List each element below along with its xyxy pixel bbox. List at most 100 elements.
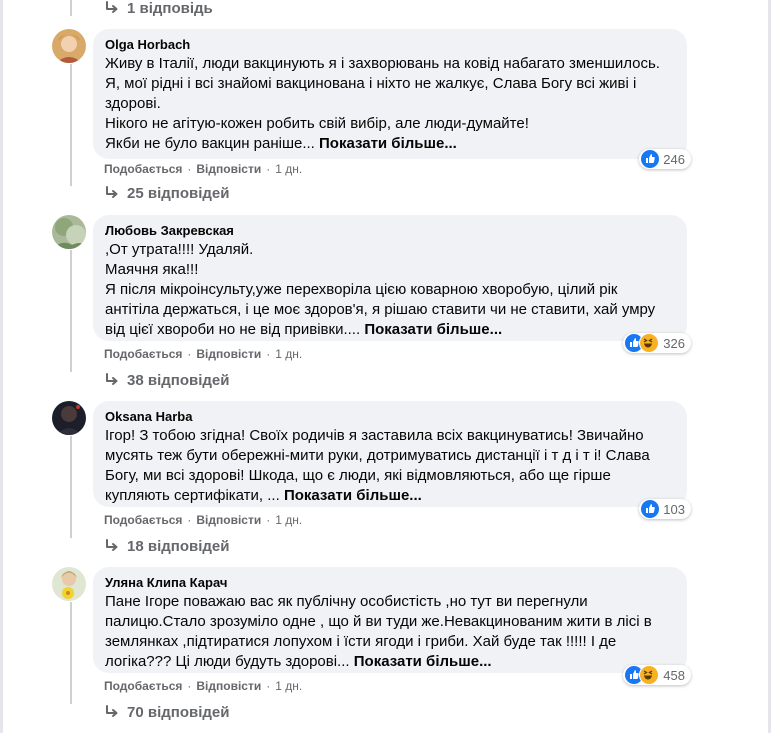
reaction-summary[interactable]: 246 [639,149,691,169]
panel-left-border [0,0,3,733]
view-replies-button[interactable]: 70 відповідей [104,700,229,724]
reply-button[interactable]: Відповісти [196,679,261,693]
haha-reaction-icon [639,333,660,353]
see-more-link[interactable]: Показати більше... [319,135,457,152]
comments-panel: 1 відповідь Olga Horbach Живу в Італії, … [0,0,771,733]
thread-line [70,602,72,704]
comment-timestamp[interactable]: 1 дн. [275,679,302,693]
comment-line: логіка??? Ці люди будуть здорові... Пока… [105,652,675,672]
comment-line: землянках ,підтиратися лопухом і їсти яг… [105,633,617,650]
see-more-link[interactable]: Показати більше... [364,321,502,338]
view-replies-button[interactable]: 25 відповідей [104,181,229,205]
comment-line: антітіла держаться, і це моє здоров'я, я… [105,301,656,318]
reply-arrow-icon [104,372,120,388]
reply-arrow-icon [104,704,120,720]
replies-count-label: 1 відповідь [127,0,213,17]
separator-dot: · [266,513,271,527]
separator-dot: · [187,513,192,527]
comment-line-text: Якби не було вакцин раніше... [105,135,315,152]
reaction-summary[interactable]: 458 [623,665,691,685]
see-more-link[interactable]: Показати більше... [354,653,492,670]
comment-actions: Подобається · Відповісти · 1 дн. [104,678,302,694]
avatar[interactable] [52,29,86,63]
comment-bubble: Уляна Клипа Карач Пане Ігоре поважаю вас… [93,567,691,685]
comment-actions: Подобається · Відповісти · 1 дн. [104,346,302,362]
like-button[interactable]: Подобається [104,347,182,361]
comment-actions: Подобається · Відповісти · 1 дн. [104,512,302,528]
reaction-count: 458 [663,667,685,683]
comment-line-text: купляють сертифікати, ... [105,487,280,504]
like-button[interactable]: Подобається [104,162,182,176]
comment-bubble: Любовь Закревская ,От утрата!!!! Удаляй.… [93,215,691,353]
reply-arrow-icon [104,538,120,554]
avatar[interactable] [52,215,86,249]
comment-author[interactable]: Уляна Клипа Карач [105,575,675,591]
comment-line-text: від цієї хвороби но не від привівки.... [105,321,361,338]
comment-timestamp[interactable]: 1 дн. [275,347,302,361]
reply-arrow-icon [104,0,120,16]
like-button[interactable]: Подобається [104,679,182,693]
comment-line: Пане Ігоре поважаю вас як публічну особи… [105,593,588,610]
reaction-count: 103 [663,501,685,517]
comment-line: Богу, ми всі здорові! Шкода, що є люди, … [105,467,611,484]
reply-button[interactable]: Відповісти [196,347,261,361]
like-button[interactable]: Подобається [104,513,182,527]
comment-line: від цієї хвороби но не від привівки.... … [105,320,675,340]
view-replies-button[interactable]: 1 відповідь [104,0,213,20]
comment-text: ,От утрата!!!! Удаляй. Маячня яка!!! Я п… [105,240,675,340]
reaction-count: 326 [663,335,685,351]
thread-line [70,64,72,186]
separator-dot: · [266,162,271,176]
comment-author[interactable]: Olga Horbach [105,37,675,53]
comment-author[interactable]: Любовь Закревская [105,223,675,239]
separator-dot: · [187,679,192,693]
comment-bubble: Olga Horbach Живу в Італії, люди вакцину… [93,29,691,169]
reply-button[interactable]: Відповісти [196,162,261,176]
replies-count-label: 18 відповідей [127,537,230,555]
comment-line: палицю.Стало зрозуміло одне , що й ви ту… [105,613,652,630]
comment-timestamp[interactable]: 1 дн. [275,162,302,176]
comment-line: здорові. [105,95,161,112]
see-more-link[interactable]: Показати більше... [284,487,422,504]
thread-line [70,0,72,16]
reply-button[interactable]: Відповісти [196,513,261,527]
reaction-count: 246 [663,151,685,167]
thread-line [70,436,72,538]
replies-count-label: 38 відповідей [127,371,230,389]
separator-dot: · [266,679,271,693]
comment-line: купляють сертифікати, ... Показати більш… [105,486,675,506]
avatar[interactable] [52,401,86,435]
comment-timestamp[interactable]: 1 дн. [275,513,302,527]
comment-line-text: логіка??? Ці люди будуть здорові... [105,653,350,670]
comment-author[interactable]: Oksana Harba [105,409,675,425]
comment-actions: Подобається · Відповісти · 1 дн. [104,161,302,177]
comment-line: Живу в Італії, люди вакцинують я і захво… [105,55,660,72]
comment-line: Нікого не агітую-кожен робить свій вибір… [105,115,529,132]
haha-reaction-icon [639,665,660,685]
separator-dot: · [266,347,271,361]
comment-line: мусять теж бути обережні-мити руки, дотр… [105,447,650,464]
like-reaction-icon [641,150,660,168]
view-replies-button[interactable]: 38 відповідей [104,368,229,392]
comment-text: Ігор! З тобою згідна! Своїх родичів я за… [105,426,675,506]
thread-line [70,250,72,372]
comment-line: ,От утрата!!!! Удаляй. [105,241,254,258]
reply-arrow-icon [104,185,120,201]
separator-dot: · [187,162,192,176]
comment-line: Маячня яка!!! [105,261,199,278]
separator-dot: · [187,347,192,361]
comment-line: Я, мої рідні і всі знайомі вакцинована і… [105,75,637,92]
comment-bubble: Oksana Harba Ігор! З тобою згідна! Своїх… [93,401,691,519]
comment-line: Я після мікроінсульту,уже перехворіла ці… [105,281,618,298]
comment-line: Ігор! З тобою згідна! Своїх родичів я за… [105,427,644,444]
reaction-summary[interactable]: 103 [639,499,691,519]
comment-line: Якби не було вакцин раніше... Показати б… [105,134,675,154]
like-reaction-icon [641,500,660,518]
avatar[interactable] [52,567,86,601]
comment-text: Пане Ігоре поважаю вас як публічну особи… [105,592,675,672]
comment-text: Живу в Італії, люди вакцинують я і захво… [105,54,675,154]
replies-count-label: 70 відповідей [127,703,230,721]
view-replies-button[interactable]: 18 відповідей [104,534,229,558]
reaction-summary[interactable]: 326 [623,333,691,353]
replies-count-label: 25 відповідей [127,184,230,202]
